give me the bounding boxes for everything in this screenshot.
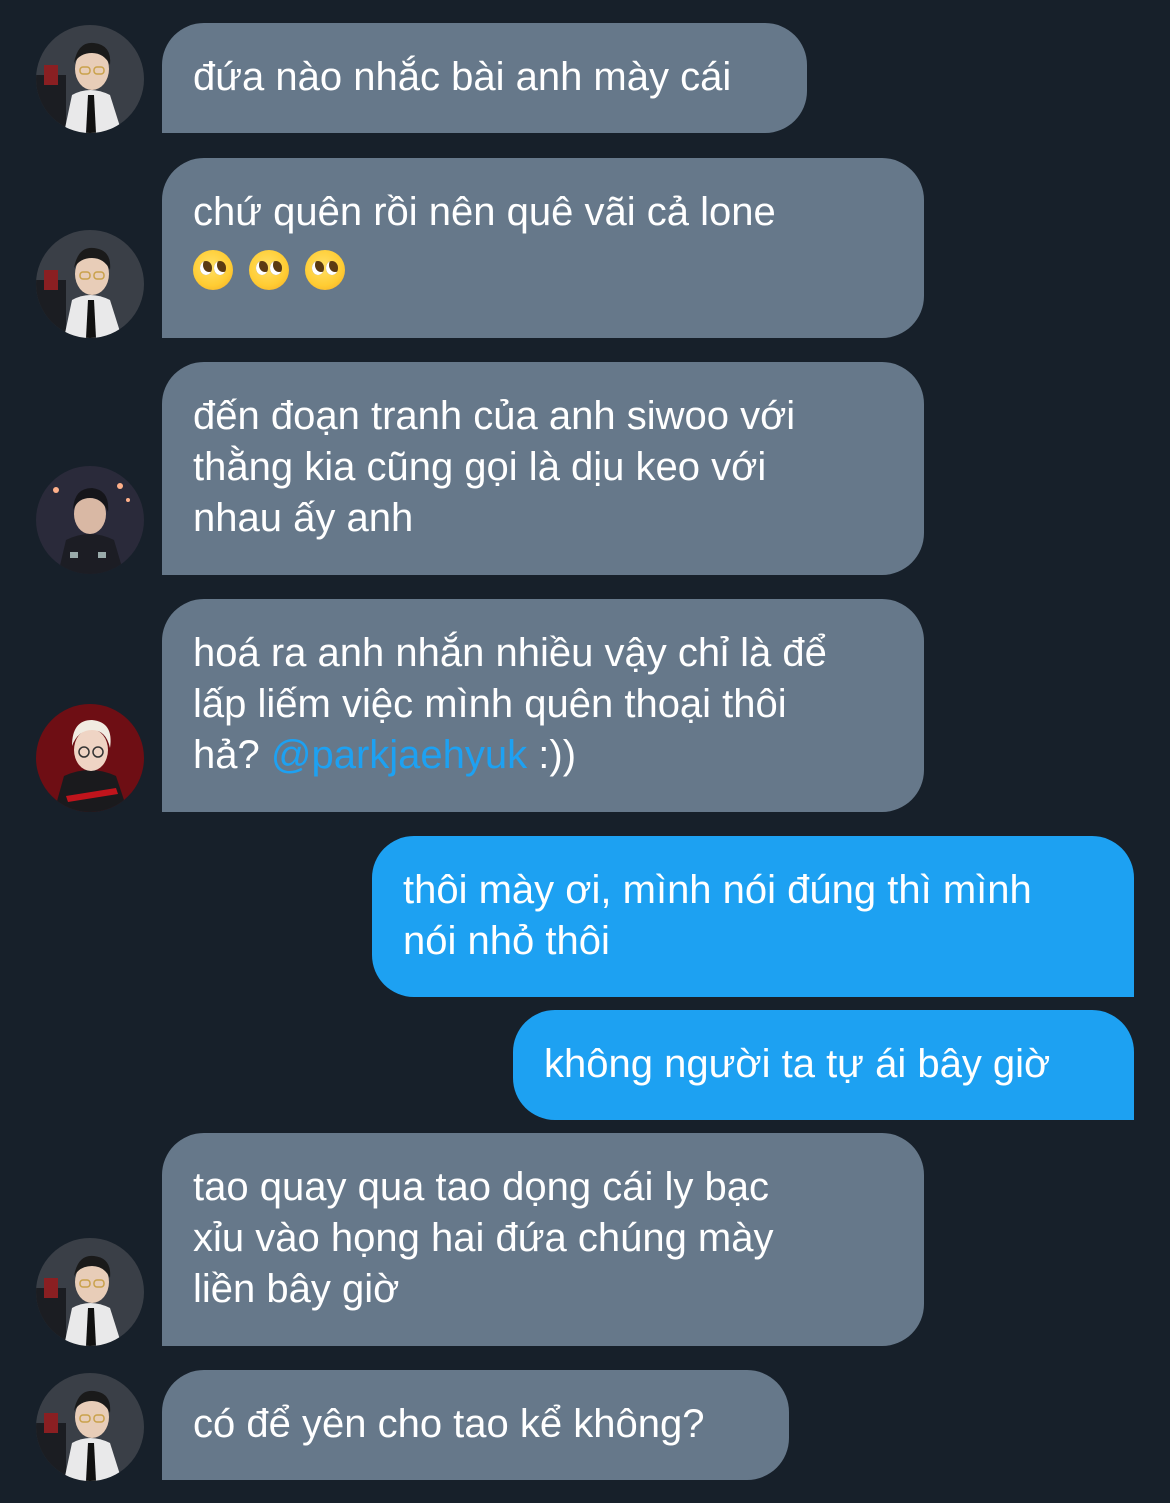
- avatar[interactable]: [36, 1373, 144, 1481]
- mention-link[interactable]: @parkjaehyuk: [271, 733, 527, 777]
- avatar[interactable]: [36, 704, 144, 812]
- message-text: đứa nào nhắc bài anh mày cái: [193, 55, 732, 99]
- message-text: xỉu vào họng hai đứa chúng mày: [193, 1216, 774, 1260]
- message-text: nhau ấy anh: [193, 496, 414, 540]
- message-text: thôi mày ơi, mình nói đúng thì mình: [403, 868, 1032, 912]
- message-text: có để yên cho tao kể không?: [193, 1402, 705, 1446]
- avatar[interactable]: [36, 1238, 144, 1346]
- message-text: hoá ra anh nhắn nhiều vậy chỉ là để: [193, 631, 827, 675]
- message-text: lấp liếm việc mình quên thoại thôi: [193, 682, 787, 726]
- message-text: thằng kia cũng gọi là dịu keo với: [193, 445, 767, 489]
- avatar-blonde-red-jersey-boy-icon: [36, 704, 144, 812]
- message-bubble-incoming[interactable]: có để yên cho tao kể không?: [162, 1370, 789, 1480]
- avatar[interactable]: [36, 230, 144, 338]
- message-bubble-outgoing[interactable]: không người ta tự ái bây giờ: [513, 1010, 1134, 1120]
- avatar-suit-boy-icon: [36, 1373, 144, 1481]
- message-text: chứ quên rồi nên quê vãi cả lone: [193, 190, 776, 234]
- message-bubble-incoming[interactable]: tao quay qua tao dọng cái ly bạc xỉu vào…: [162, 1133, 924, 1346]
- message-bubble-incoming[interactable]: chứ quên rồi nên quê vãi cả lone: [162, 158, 924, 338]
- avatar[interactable]: [36, 466, 144, 574]
- avatar[interactable]: [36, 25, 144, 133]
- message-text: :)): [527, 733, 577, 777]
- emoji-row: [193, 248, 894, 292]
- message-text: đến đoạn tranh của anh siwoo với: [193, 394, 796, 438]
- avatar-suit-boy-icon: [36, 25, 144, 133]
- pleading-face-emoji: [305, 250, 345, 290]
- message-bubble-incoming[interactable]: hoá ra anh nhắn nhiều vậy chỉ là để lấp …: [162, 599, 924, 812]
- message-text: hả?: [193, 733, 271, 777]
- message-bubble-incoming[interactable]: đứa nào nhắc bài anh mày cái: [162, 23, 807, 133]
- avatar-suit-boy-icon: [36, 230, 144, 338]
- avatar-dark-jersey-boy-icon: [36, 466, 144, 574]
- avatar-suit-boy-icon: [36, 1238, 144, 1346]
- message-text: tao quay qua tao dọng cái ly bạc: [193, 1165, 769, 1209]
- pleading-face-emoji: [193, 250, 233, 290]
- message-text-last-line: hả? @parkjaehyuk :)): [193, 730, 894, 781]
- message-text: liền bây giờ: [193, 1267, 400, 1311]
- message-text: nói nhỏ thôi: [403, 919, 610, 963]
- message-text: không người ta tự ái bây giờ: [544, 1042, 1051, 1086]
- pleading-face-emoji: [249, 250, 289, 290]
- message-bubble-incoming[interactable]: đến đoạn tranh của anh siwoo với thằng k…: [162, 362, 924, 575]
- message-bubble-outgoing[interactable]: thôi mày ơi, mình nói đúng thì mình nói …: [372, 836, 1134, 997]
